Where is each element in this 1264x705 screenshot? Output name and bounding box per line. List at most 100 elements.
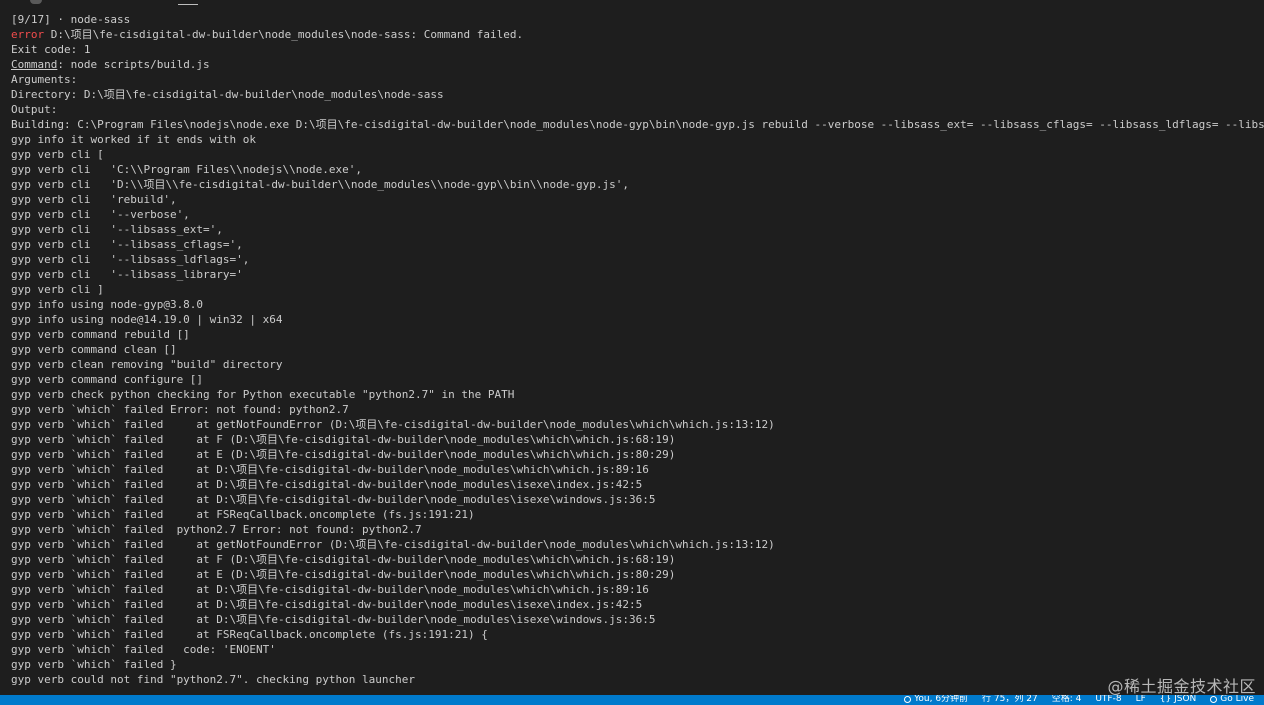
terminal-line-text: gyp verb `which` failed at D:\项目\fe-cisd… bbox=[11, 493, 656, 506]
status-item-label: 空格: 4 bbox=[1051, 695, 1082, 704]
terminal-line: gyp verb `which` failed at getNotFoundEr… bbox=[11, 537, 1264, 552]
terminal-line: gyp verb `which` failed at D:\项目\fe-cisd… bbox=[11, 492, 1264, 507]
terminal-line: gyp verb cli '--libsass_ldflags=', bbox=[11, 252, 1264, 267]
terminal-line-text: gyp verb `which` failed at F (D:\项目\fe-c… bbox=[11, 553, 676, 566]
terminal-line-text: gyp verb command configure [] bbox=[11, 373, 204, 386]
terminal-line-text: gyp verb `which` failed at FSReqCallback… bbox=[11, 508, 475, 521]
terminal-line: gyp verb `which` failed at F (D:\项目\fe-c… bbox=[11, 552, 1264, 567]
terminal-line-text: gyp verb cli '--libsass_ext=', bbox=[11, 223, 223, 236]
vscode-terminal-window: [9/17] · node-sass error D:\项目\fe-cisdigi… bbox=[0, 0, 1264, 705]
terminal-line-text: gyp verb `which` failed at D:\项目\fe-cisd… bbox=[11, 478, 643, 491]
terminal-line-text: gyp verb cli '--verbose', bbox=[11, 208, 190, 221]
terminal-line-text: gyp verb `which` failed at E (D:\项目\fe-c… bbox=[11, 448, 676, 461]
terminal-line: gyp verb `which` failed at D:\项目\fe-cisd… bbox=[11, 597, 1264, 612]
terminal-line-text: gyp verb command clean [] bbox=[11, 343, 177, 356]
terminal-line: gyp verb `which` failed at D:\项目\fe-cisd… bbox=[11, 612, 1264, 627]
terminal-output[interactable]: [9/17] · node-sass error D:\项目\fe-cisdigi… bbox=[11, 12, 1264, 695]
terminal-line-text: Directory: D:\项目\fe-cisdigital-dw-builde… bbox=[11, 88, 444, 101]
terminal-line-text: Building: C:\Program Files\nodejs\node.e… bbox=[11, 118, 1264, 131]
terminal-line-text: Exit code: 1 bbox=[11, 43, 91, 56]
terminal-line: gyp verb check python checking for Pytho… bbox=[11, 387, 1264, 402]
terminal-line-text: gyp verb check python checking for Pytho… bbox=[11, 388, 515, 401]
terminal-line: gyp verb could not find "python2.7". che… bbox=[11, 672, 1264, 687]
terminal-line-text: gyp verb `which` failed at getNotFoundEr… bbox=[11, 418, 775, 431]
terminal-line-text: gyp verb `which` failed python2.7 Error:… bbox=[11, 523, 422, 536]
terminal-line-text: gyp verb `which` failed Error: not found… bbox=[11, 403, 349, 416]
terminal-line: gyp verb cli '--libsass_ext=', bbox=[11, 222, 1264, 237]
terminal-line: gyp verb `which` failed at FSReqCallback… bbox=[11, 627, 1264, 642]
terminal-line-text: gyp verb `which` failed at F (D:\项目\fe-c… bbox=[11, 433, 676, 446]
terminal-line: gyp verb cli [ bbox=[11, 147, 1264, 162]
terminal-line: gyp info it worked if it ends with ok bbox=[11, 132, 1264, 147]
terminal-line: gyp info using node@14.19.0 | win32 | x6… bbox=[11, 312, 1264, 327]
terminal-line-text: gyp verb `which` failed at getNotFoundEr… bbox=[11, 538, 775, 551]
terminal-line-text: : node scripts/build.js bbox=[57, 58, 210, 71]
terminal-line-text: gyp verb `which` failed } bbox=[11, 658, 177, 671]
terminal-line: gyp verb `which` failed code: 'ENOENT' bbox=[11, 642, 1264, 657]
terminal-line-text: gyp verb `which` failed at D:\项目\fe-cisd… bbox=[11, 463, 649, 476]
status-item[interactable]: You, 6分钟前 bbox=[904, 695, 968, 705]
terminal-line: gyp verb command rebuild [] bbox=[11, 327, 1264, 342]
terminal-line: Directory: D:\项目\fe-cisdigital-dw-builde… bbox=[11, 87, 1264, 102]
terminal-line: gyp verb cli '--verbose', bbox=[11, 207, 1264, 222]
status-bar: You, 6分钟前行 75，列 27 空格: 4 UTF-8 LF{} JSON Go … bbox=[0, 695, 1264, 705]
status-item-label: 行 75，列 27 bbox=[982, 695, 1038, 704]
terminal-line: Command: node scripts/build.js bbox=[11, 57, 1264, 72]
terminal-line-text: node-sass bbox=[70, 13, 131, 26]
terminal-line-text: gyp verb `which` failed at FSReqCallback… bbox=[11, 628, 488, 641]
terminal-line-text: gyp verb cli ] bbox=[11, 283, 104, 296]
terminal-line-text: gyp verb cli [ bbox=[11, 148, 104, 161]
terminal-line: gyp verb cli 'D:\\项目\\fe-cisdigital-dw-b… bbox=[11, 177, 1264, 192]
active-tab-underline bbox=[178, 4, 198, 5]
command-link[interactable]: Command bbox=[11, 58, 57, 71]
tab-indicator bbox=[30, 0, 42, 4]
terminal-line-text: gyp verb `which` failed at E (D:\项目\fe-c… bbox=[11, 568, 676, 581]
terminal-line: gyp verb cli '--libsass_cflags=', bbox=[11, 237, 1264, 252]
terminal-line-text: gyp verb cli '--libsass_cflags=', bbox=[11, 238, 243, 251]
terminal-line: gyp verb `which` failed at E (D:\项目\fe-c… bbox=[11, 447, 1264, 462]
terminal-line: Output: bbox=[11, 102, 1264, 117]
terminal-line-text: gyp verb `which` failed at D:\项目\fe-cisd… bbox=[11, 598, 643, 611]
terminal-line-text: gyp verb `which` failed at D:\项目\fe-cisd… bbox=[11, 613, 656, 626]
terminal-line: gyp verb cli ] bbox=[11, 282, 1264, 297]
terminal-line: gyp verb cli 'rebuild', bbox=[11, 192, 1264, 207]
git-blame-icon bbox=[904, 696, 912, 703]
terminal-line-text: D:\项目\fe-cisdigital-dw-builder\node_modu… bbox=[44, 28, 524, 41]
terminal-line: gyp verb `which` failed Error: not found… bbox=[11, 402, 1264, 417]
terminal-line: gyp verb command configure [] bbox=[11, 372, 1264, 387]
terminal-line-text: Output: bbox=[11, 103, 58, 116]
terminal-line-text: gyp info using node-gyp@3.8.0 bbox=[11, 298, 204, 311]
terminal-line: gyp verb cli '--libsass_library=' bbox=[11, 267, 1264, 282]
terminal-line-text: gyp info using node@14.19.0 | win32 | x6… bbox=[11, 313, 283, 326]
terminal-line-text: gyp verb cli '--libsass_library=' bbox=[11, 268, 243, 281]
status-item[interactable]: 空格: 4 bbox=[1052, 695, 1082, 705]
status-item-label: You, 6分钟前 bbox=[914, 695, 969, 704]
terminal-line: gyp verb `which` failed at FSReqCallback… bbox=[11, 507, 1264, 522]
terminal-line-text: gyp verb cli 'D:\\项目\\fe-cisdigital-dw-b… bbox=[11, 178, 630, 191]
terminal-line: error D:\项目\fe-cisdigital-dw-builder\nod… bbox=[11, 27, 1264, 42]
status-item[interactable]: 行 75，列 27 bbox=[982, 695, 1038, 705]
broadcast-icon bbox=[1210, 696, 1218, 703]
terminal-line-text: gyp verb could not find "python2.7". che… bbox=[11, 673, 415, 686]
terminal-line: gyp verb `which` failed at E (D:\项目\fe-c… bbox=[11, 567, 1264, 582]
terminal-line-text: gyp info it worked if it ends with ok bbox=[11, 133, 257, 146]
terminal-line-text: gyp verb cli '--libsass_ldflags=', bbox=[11, 253, 250, 266]
terminal-line: gyp verb `which` failed python2.7 Error:… bbox=[11, 522, 1264, 537]
terminal-line-text: gyp verb clean removing "build" director… bbox=[11, 358, 283, 371]
terminal-line-text: gyp verb `which` failed code: 'ENOENT' bbox=[11, 643, 276, 656]
terminal-line: gyp verb command clean [] bbox=[11, 342, 1264, 357]
watermark: @稀土掘金技术社区 bbox=[1107, 677, 1256, 696]
terminal-line: Exit code: 1 bbox=[11, 42, 1264, 57]
terminal-line: Arguments: bbox=[11, 72, 1264, 87]
terminal-line-text: gyp verb command rebuild [] bbox=[11, 328, 190, 341]
terminal-line: Building: C:\Program Files\nodejs\node.e… bbox=[11, 117, 1264, 132]
terminal-line-text: gyp verb `which` failed at D:\项目\fe-cisd… bbox=[11, 583, 649, 596]
terminal-line: gyp verb `which` failed at D:\项目\fe-cisd… bbox=[11, 477, 1264, 492]
terminal-line: gyp verb `which` failed at F (D:\项目\fe-c… bbox=[11, 432, 1264, 447]
terminal-line-text: Arguments: bbox=[11, 73, 78, 86]
terminal-line: gyp verb `which` failed at getNotFoundEr… bbox=[11, 417, 1264, 432]
terminal-line-text: gyp verb cli 'rebuild', bbox=[11, 193, 177, 206]
terminal-line: gyp verb `which` failed at D:\项目\fe-cisd… bbox=[11, 582, 1264, 597]
error-label: error bbox=[11, 28, 45, 41]
terminal-line-text: gyp verb cli 'C:\\Program Files\\nodejs\… bbox=[11, 163, 362, 176]
